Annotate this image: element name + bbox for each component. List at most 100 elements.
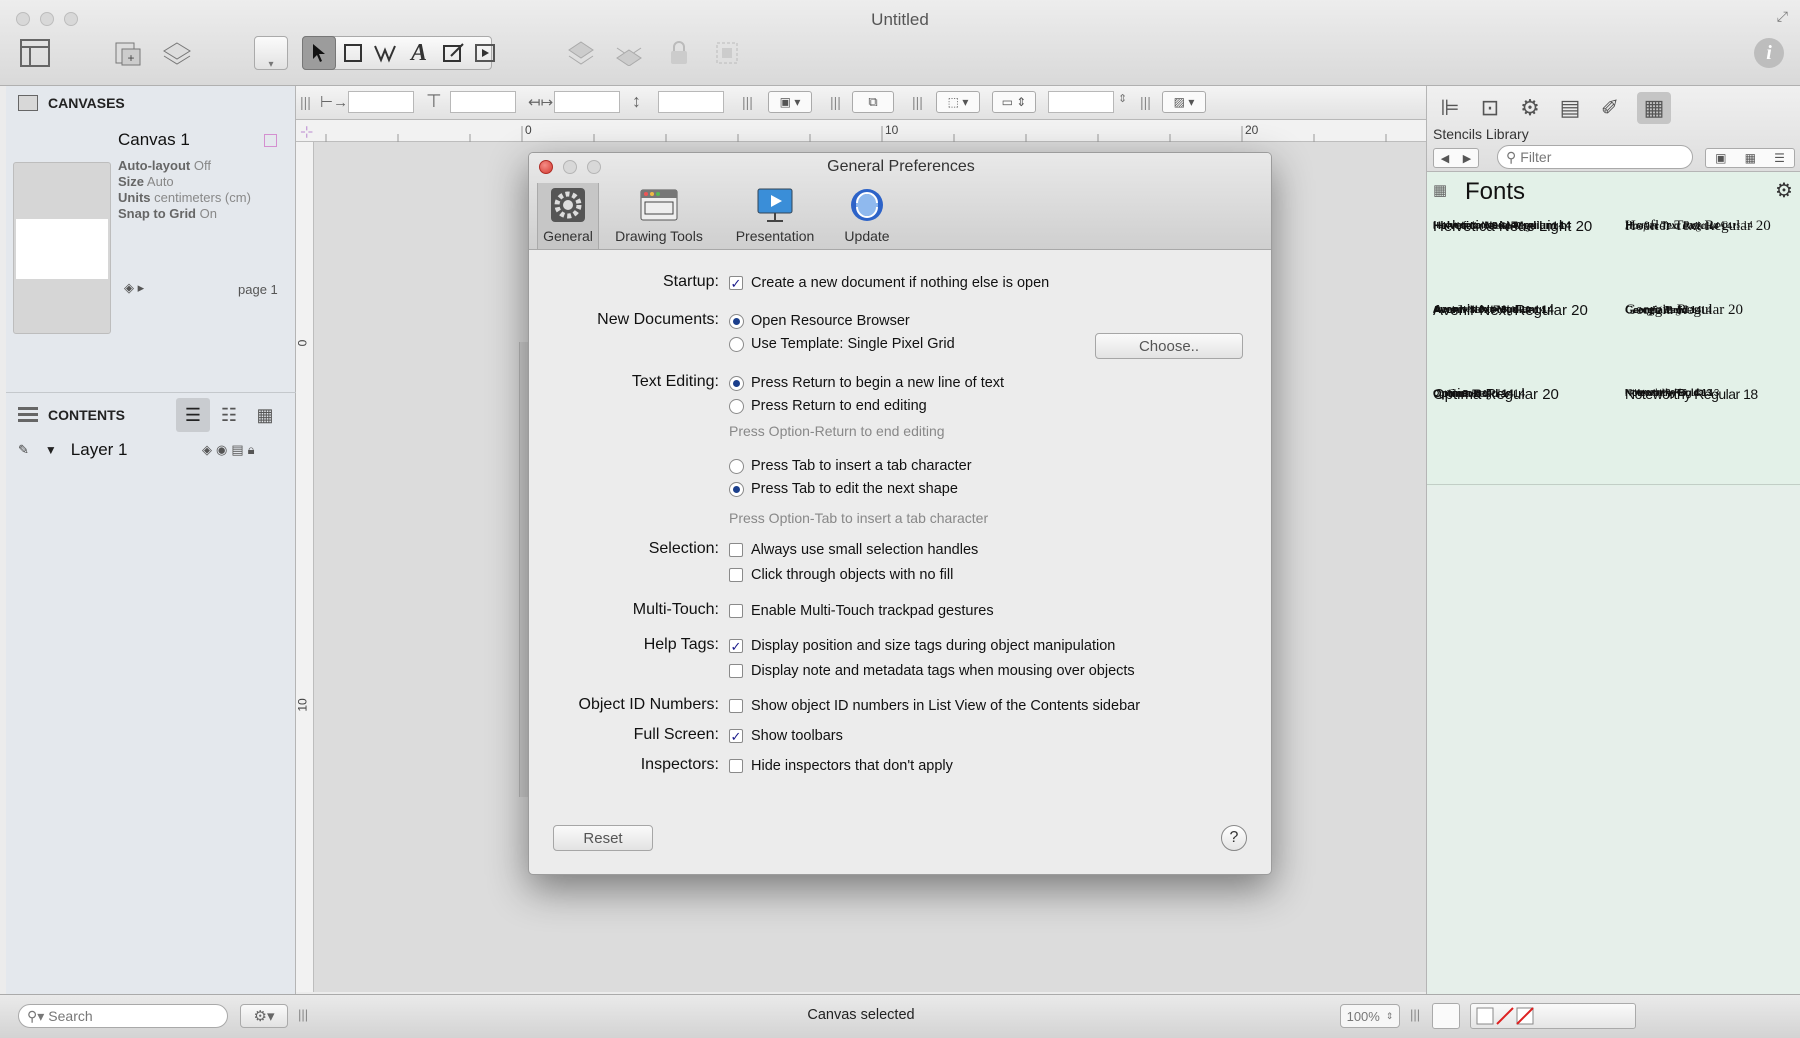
- stencils-panel: ⊫ ⊡ ⚙ ▤ ✐ ▦ Stencils Library ◀▶ ⚲ ▣▦☰ ▦ …: [1426, 86, 1800, 994]
- small-handles-checkbox[interactable]: Always use small selection handles: [729, 542, 978, 558]
- stroke-value-field[interactable]: [1048, 91, 1114, 113]
- checkbox-checked: ✓: [729, 275, 743, 291]
- line-tool-icon[interactable]: [370, 38, 400, 68]
- layer-row[interactable]: ✎ ▼ Layer 1 ◈◉▤🔒︎: [6, 436, 296, 464]
- style-well-button[interactable]: ▾: [254, 36, 288, 70]
- vruler-mark-0: 0: [295, 339, 310, 347]
- list-view-icon[interactable]: ☰: [176, 398, 210, 432]
- inspector-toolbar: ⊫ ⊡ ⚙ ▤ ✐ ▦ Stencils Library ◀▶ ⚲ ▣▦☰: [1427, 86, 1800, 172]
- send-backward-icon[interactable]: [614, 38, 644, 68]
- return-newline-radio[interactable]: Press Return to begin a new line of text: [729, 375, 1004, 391]
- y-field[interactable]: [450, 91, 516, 113]
- sidebar-search[interactable]: ⚲▾: [18, 1004, 228, 1028]
- display-position-checkbox[interactable]: ✓ Display position and size tags during o…: [729, 638, 1115, 654]
- properties-icon[interactable]: ⊫: [1433, 92, 1467, 124]
- stencils-library-title: Stencils Library: [1433, 126, 1529, 142]
- reset-button[interactable]: Reset: [553, 825, 653, 851]
- grip-icon-4: |||: [912, 94, 923, 110]
- width-icon: ↤↦: [528, 94, 554, 111]
- layer-name: Layer 1: [70, 440, 128, 459]
- view-mode-buttons[interactable]: ▣ ▦ ☰: [1705, 148, 1795, 168]
- sidebar-action-gear-icon[interactable]: ⚙▾: [240, 1004, 288, 1028]
- object-data-icon[interactable]: ✐: [1593, 92, 1627, 124]
- lock-icon[interactable]: [664, 38, 694, 68]
- stroke-style-popup[interactable]: ⬚ ▾: [936, 91, 980, 113]
- show-toolbars-checkbox[interactable]: ✓ Show toolbars: [729, 728, 843, 744]
- help-button[interactable]: ?: [1221, 825, 1247, 851]
- color-swatches[interactable]: [1470, 1003, 1636, 1029]
- stroke-stepper[interactable]: ⇕: [1118, 92, 1127, 105]
- option-tab-hint: Press Option-Tab to insert a tab charact…: [729, 510, 989, 526]
- layer-visibility-icons[interactable]: ◈◉▤🔒︎: [202, 442, 259, 458]
- dialog-title: General Preferences: [827, 158, 975, 175]
- tab-next-radio[interactable]: Press Tab to edit the next shape: [729, 481, 958, 497]
- info-icon[interactable]: i: [1754, 38, 1784, 68]
- sidebar-search-input[interactable]: [48, 1008, 209, 1024]
- canvas-color-swatch[interactable]: [264, 134, 277, 147]
- option-return-hint: Press Option-Return to end editing: [729, 423, 945, 439]
- stencils-icon[interactable]: ▦: [1637, 92, 1671, 124]
- forward-icon: ▶: [1462, 152, 1472, 165]
- shape-style-popup[interactable]: ▣ ▾: [768, 91, 812, 113]
- fullscreen-icon[interactable]: ⤢: [1777, 8, 1788, 25]
- svg-text:+: +: [127, 51, 134, 65]
- group-icon[interactable]: [712, 38, 742, 68]
- style-control-bar: ||| ⊢→ ⊤ ↤↦ ↕ ||| ▣ ▾ ||| ⧉ ||| ⬚ ▾ ▭ ⇕ …: [296, 86, 1426, 120]
- canvas-list-item[interactable]: Canvas 1 Auto-layout Off Size Auto Units…: [6, 120, 296, 334]
- tab-update[interactable]: Update: [833, 183, 901, 249]
- startup-new-doc-checkbox[interactable]: ✓ Create a new document if nothing else i…: [729, 275, 1049, 291]
- choose-template-button[interactable]: Choose..: [1095, 333, 1243, 359]
- click-through-checkbox[interactable]: Click through objects with no fill: [729, 567, 953, 583]
- preview-view-icon: ▣: [1715, 151, 1727, 165]
- stencil-filter[interactable]: ⚲: [1497, 145, 1693, 169]
- pen-tool-icon[interactable]: [438, 38, 468, 68]
- outline-view-icon[interactable]: ☷: [212, 398, 246, 432]
- presentation-tool-icon[interactable]: [470, 38, 500, 68]
- canvas-inspector-icon[interactable]: ⊡: [1473, 92, 1507, 124]
- width-field[interactable]: [554, 91, 620, 113]
- return-end-radio[interactable]: Press Return to end editing: [729, 398, 927, 414]
- grip-icon-7: |||: [1410, 1007, 1421, 1022]
- show-object-ids-checkbox[interactable]: Show object ID numbers in List View of t…: [729, 698, 1140, 714]
- canvas-name: Canvas 1: [118, 130, 190, 149]
- tab-drawing-tools[interactable]: Drawing Tools: [601, 183, 717, 249]
- x-field[interactable]: [348, 91, 414, 113]
- tab-general[interactable]: General: [537, 183, 599, 249]
- pencil-icon: ✎: [18, 442, 29, 457]
- stencil-settings-gear-icon[interactable]: ⚙: [1775, 178, 1793, 203]
- meta-size: Size Auto: [118, 174, 174, 189]
- new-canvas-icon[interactable]: +: [112, 38, 142, 68]
- stroke-width-popup[interactable]: ▭ ⇕: [992, 91, 1036, 113]
- tab-insert-radio[interactable]: Press Tab to insert a tab character: [729, 458, 972, 474]
- fill-popup[interactable]: ▨ ▾: [1162, 91, 1206, 113]
- document-inspector-icon[interactable]: ▤: [1553, 92, 1587, 124]
- stencil-filter-input[interactable]: [1520, 149, 1670, 165]
- text-tool-icon[interactable]: A: [404, 38, 434, 68]
- app-window: Untitled ⤢ + ▾ A i CANVASES Canvas 1 Aut…: [0, 0, 1800, 1038]
- selection-tool-icon[interactable]: [302, 36, 336, 70]
- gear-icon[interactable]: ⚙: [1513, 92, 1547, 124]
- grid-view-icon[interactable]: ▦: [248, 398, 282, 432]
- ruler-mark-0: 0: [525, 123, 532, 137]
- vruler-mark-10: 10: [295, 698, 310, 712]
- search-icon-2: ⚲▾: [27, 1007, 45, 1024]
- bring-forward-icon[interactable]: [566, 38, 596, 68]
- height-field[interactable]: [658, 91, 724, 113]
- zoom-field[interactable]: 100% ⇕: [1340, 1004, 1400, 1028]
- use-template-radio[interactable]: Use Template: Single Pixel Grid: [729, 336, 955, 352]
- hide-inspectors-checkbox[interactable]: Hide inspectors that don't apply: [729, 758, 953, 774]
- disclosure-triangle-icon[interactable]: ▼: [45, 443, 57, 457]
- stroke-color-well[interactable]: [1432, 1003, 1460, 1029]
- multitouch-checkbox[interactable]: Enable Multi-Touch trackpad gestures: [729, 603, 994, 619]
- open-resource-radio[interactable]: Open Resource Browser: [729, 313, 910, 329]
- arrange-popup[interactable]: ⧉: [852, 91, 894, 113]
- object-id-label: Object ID Numbers:: [578, 696, 719, 713]
- new-layer-icon[interactable]: [162, 38, 192, 68]
- ruler-origin-icon[interactable]: ⊹: [300, 122, 313, 142]
- display-note-checkbox[interactable]: Display note and metadata tags when mous…: [729, 663, 1135, 679]
- sidebar-toggle-icon[interactable]: [20, 38, 50, 68]
- tab-presentation[interactable]: Presentation: [721, 183, 829, 249]
- shape-tool-icon[interactable]: [338, 38, 368, 68]
- back-forward-buttons[interactable]: ◀ ▶: [1433, 148, 1479, 168]
- layers-toggle-icon[interactable]: ◈ ▸: [124, 280, 144, 296]
